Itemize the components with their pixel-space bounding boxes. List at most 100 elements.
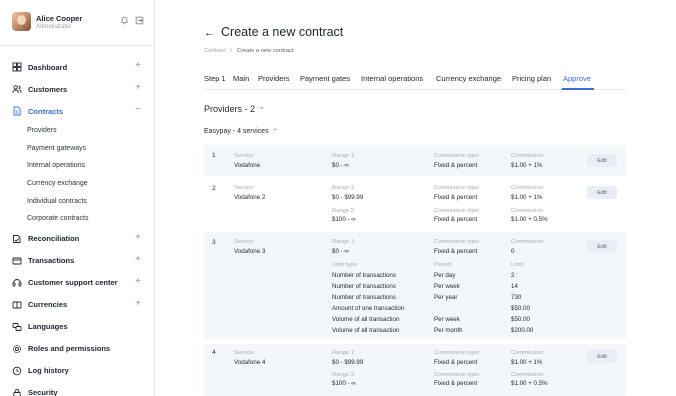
sidebar-subitem-currency-exchange[interactable]: Currency exchange <box>0 175 155 193</box>
expand-icon[interactable]: + <box>135 61 141 71</box>
tab-main[interactable]: Main <box>233 74 249 83</box>
document-icon <box>12 106 22 116</box>
sidebar-item-label: Customer support center <box>28 278 118 288</box>
row-number: 4 <box>212 349 216 356</box>
range-value: $0 - ∞ <box>332 248 349 255</box>
commission-type-value: Fixed & percent <box>434 216 478 223</box>
sidebar-subitem-payment-gateways[interactable]: Payment gateways <box>0 140 155 158</box>
avatar[interactable] <box>12 12 31 31</box>
sidebar-item-label: Dashboard <box>28 62 68 72</box>
commission-type-value: Fixed & percent <box>434 162 478 169</box>
commission-type-key: Commission type: <box>434 239 481 245</box>
expand-icon[interactable]: + <box>135 254 141 265</box>
edit-button[interactable]: Edit <box>587 154 617 167</box>
commission-type-value: Fixed & percent <box>434 380 478 387</box>
sidebar-item-log-history[interactable]: Log history <box>0 360 155 382</box>
back-arrow-icon[interactable]: ← <box>204 27 215 39</box>
commission-type-key: Commission type: <box>434 372 481 378</box>
breadcrumb: Contract / Create a new contract <box>204 48 294 54</box>
range-key: Range 2: <box>332 208 356 214</box>
commission-type-value: Fixed & percent <box>434 194 478 201</box>
service-key: Service: <box>234 239 255 245</box>
user-name: Alice Cooper <box>36 14 83 23</box>
period-key: Period: <box>434 262 453 268</box>
sidebar-item-label: Currencies <box>28 300 68 310</box>
breadcrumb-separator: / <box>230 48 233 54</box>
languages-icon <box>12 322 22 332</box>
commission-key: Commission: <box>511 153 545 159</box>
period-value: Per year <box>434 294 458 301</box>
providers-section-title[interactable]: Providers - 2 ⌃ <box>204 104 265 114</box>
limit-type-key: Limit type: <box>332 262 359 268</box>
range-value: $0 - $99.99 <box>332 359 364 366</box>
sidebar-item-security[interactable]: Security <box>0 382 155 396</box>
tab-payment-gates[interactable]: Payment gates <box>300 74 350 83</box>
limit-type-value: Amount of one transaction <box>332 305 405 312</box>
limit-value: $50.00 <box>511 316 530 323</box>
bell-icon[interactable] <box>120 16 129 27</box>
lock-icon <box>12 388 22 396</box>
sidebar-item-languages[interactable]: Languages <box>0 316 155 338</box>
logout-icon[interactable] <box>135 16 144 27</box>
expand-icon[interactable]: + <box>135 83 141 93</box>
sidebar-subitem-corporate-contracts[interactable]: Corporate contracts <box>0 210 155 228</box>
history-icon <box>12 366 22 376</box>
tab-providers[interactable]: Providers <box>258 74 290 83</box>
sidebar-item-roles-and-permissions[interactable]: Roles and permissions <box>0 338 155 360</box>
sidebar-item-label: Reconciliation <box>28 234 80 244</box>
limit-key: Limit: <box>511 262 525 268</box>
main-content: ← Create a new contract Contract / Creat… <box>155 0 676 396</box>
easypay-subsection-title[interactable]: Easypay - 4 services ⌃ <box>204 128 278 135</box>
service-name: Vodafone 2 <box>234 194 266 201</box>
breadcrumb-contract[interactable]: Contract <box>204 48 226 54</box>
tab-approve[interactable]: Approve <box>563 74 591 83</box>
sidebar-item-reconciliation[interactable]: Reconciliation + <box>0 228 155 250</box>
period-value: Per week <box>434 283 460 290</box>
commission-type-key: Commission type: <box>434 185 481 191</box>
edit-button[interactable]: Edit <box>587 186 617 199</box>
edit-button[interactable]: Edit <box>587 240 617 253</box>
gear-icon <box>12 344 22 354</box>
commission-type-value: Fixed & percent <box>434 248 478 255</box>
tab-internal-operations[interactable]: Internal operations <box>361 74 423 83</box>
tab-currency-exchange[interactable]: Currency exchange <box>436 74 501 83</box>
sidebar-item-customer-support-center[interactable]: Customer support center + <box>0 272 155 294</box>
commission-value: 0 <box>511 248 515 255</box>
sidebar-divider <box>0 45 155 46</box>
providers-section-label: Providers - 2 <box>204 104 256 114</box>
commission-value: $1.00 + 0.5% <box>511 380 548 387</box>
sidebar-item-contracts[interactable]: Contracts − <box>0 100 155 122</box>
edit-button[interactable]: Edit <box>587 350 617 363</box>
sidebar-item-dashboard[interactable]: Dashboard + <box>0 56 155 78</box>
chevron-up-icon[interactable]: ⌃ <box>273 129 278 135</box>
sidebar-subitem-internal-operations[interactable]: Internal operations <box>0 157 155 175</box>
sidebar-item-customers[interactable]: Customers + <box>0 78 155 100</box>
expand-icon[interactable]: + <box>135 232 141 243</box>
limit-type-value: Volume of all transaction <box>332 316 400 323</box>
expand-icon[interactable]: + <box>135 298 141 309</box>
commission-key: Commission: <box>511 372 545 378</box>
limit-value: 730 <box>511 294 522 301</box>
sidebar-item-label: Transactions <box>28 256 75 266</box>
limit-type-value: Volume of all transaction <box>332 327 400 334</box>
period-value: Per month <box>434 327 463 334</box>
limit-type-value: Number of transactions <box>332 272 396 279</box>
expand-icon[interactable]: + <box>135 276 141 287</box>
range-key: Range 1: <box>332 239 356 245</box>
dashboard-icon <box>12 62 22 72</box>
sidebar-item-transactions[interactable]: Transactions + <box>0 250 155 272</box>
sidebar-item-label: Languages <box>28 322 68 332</box>
range-value: $0 - ∞ <box>332 162 349 169</box>
commission-key: Commission: <box>511 239 545 245</box>
commission-value: $1.00 + 1% <box>511 194 543 201</box>
tab-pricing-plan[interactable]: Pricing plan <box>512 74 551 83</box>
tab-step-1[interactable]: Step 1 <box>204 74 226 83</box>
sidebar-subitem-individual-contracts[interactable]: Individual contracts <box>0 192 155 210</box>
sidebar-subitem-providers[interactable]: Providers <box>0 122 155 140</box>
chevron-up-icon[interactable]: ⌃ <box>259 107 265 114</box>
sidebar-nav: Dashboard + Customers + Contracts − Providers P… <box>0 56 155 396</box>
sidebar-item-currencies[interactable]: Currencies + <box>0 294 155 316</box>
range-key: Range 1: <box>332 185 356 191</box>
limit-value: $50.00 <box>511 305 530 312</box>
collapse-icon[interactable]: − <box>135 105 141 115</box>
